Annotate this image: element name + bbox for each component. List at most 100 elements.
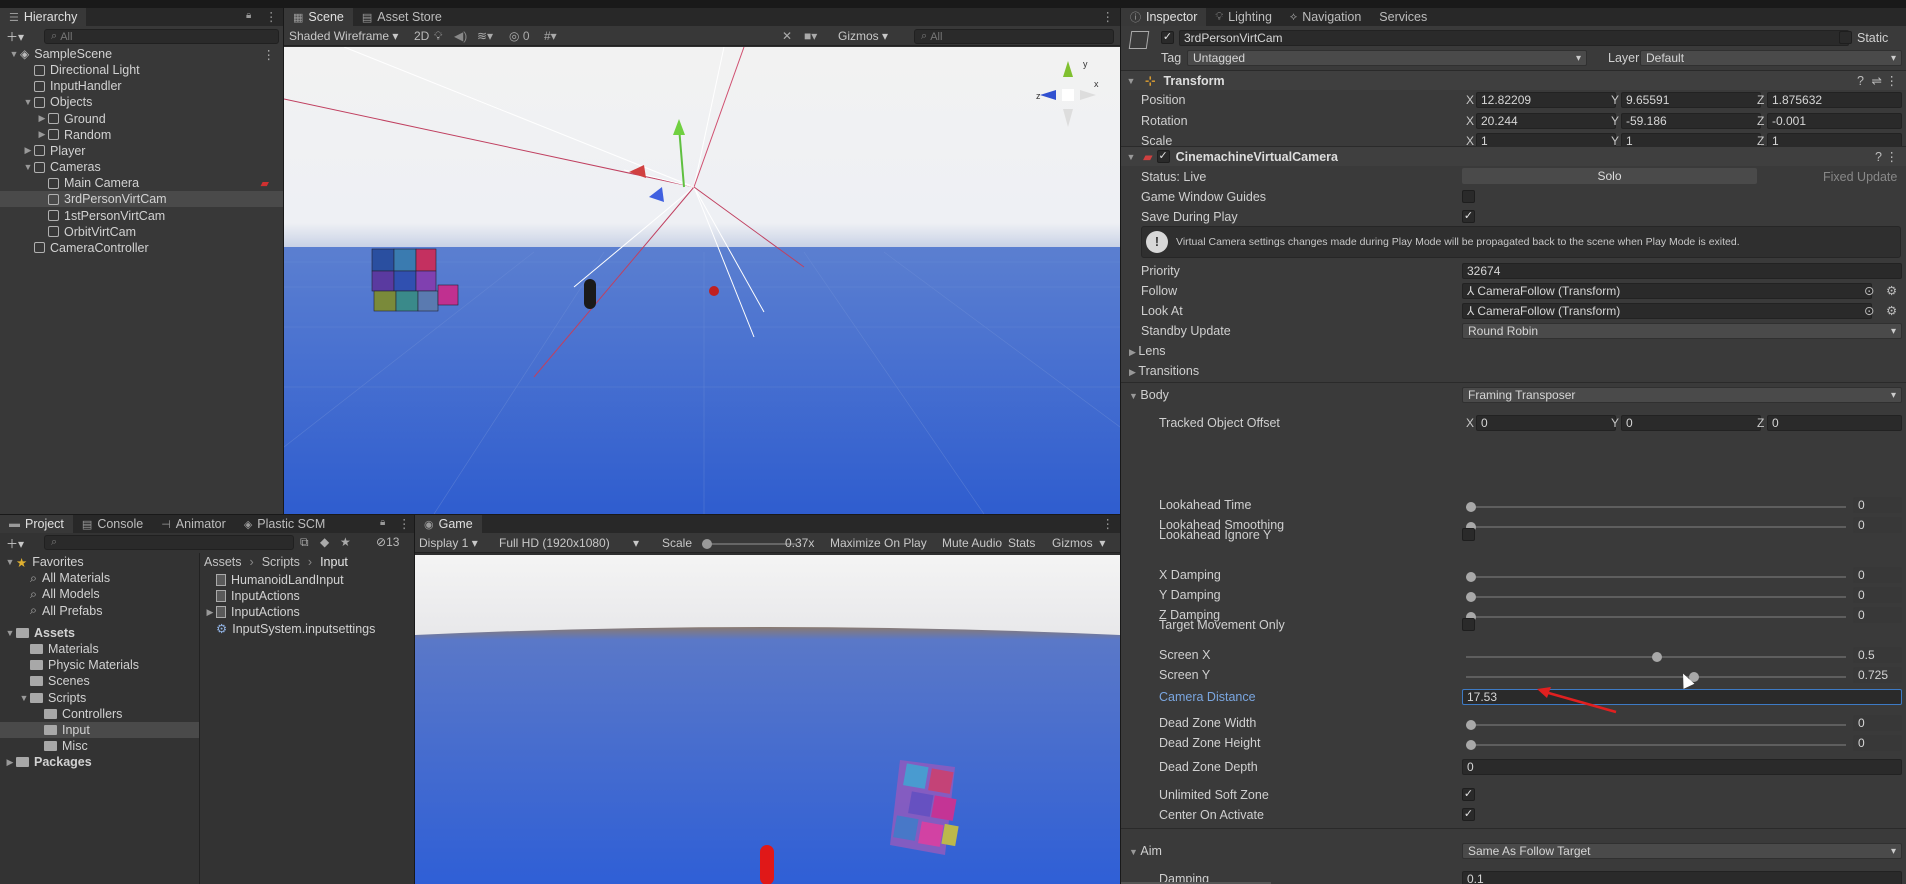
hierarchy-item[interactable]: 3rdPersonVirtCam	[0, 191, 283, 208]
damping-field[interactable]: 0.1	[1462, 871, 1902, 884]
project-file[interactable]: ⚙︎ InputSystem.inputsettings	[204, 621, 414, 637]
tab-animator[interactable]: ⊣ Animator	[152, 515, 235, 533]
slider-value-field[interactable]: 0.725	[1853, 667, 1902, 683]
gizmos-dropdown[interactable]: Gizmos ▾	[838, 29, 888, 43]
help-icon[interactable]: ?	[1875, 150, 1882, 164]
transform-y-field[interactable]: -59.186	[1621, 112, 1761, 129]
scene-viewport[interactable]: z y x	[284, 47, 1120, 514]
slider-value-field[interactable]: 0	[1853, 735, 1902, 751]
transform-x-field[interactable]: 12.82209	[1476, 92, 1616, 108]
add-button[interactable]: ＋▾	[6, 28, 24, 45]
camera-distance-field[interactable]: 17.53	[1462, 689, 1902, 705]
slider-value-field[interactable]: 0	[1853, 587, 1902, 603]
tab-asset-store[interactable]: ▤ Asset Store	[353, 8, 451, 26]
lock-icon[interactable]: 🔒︎	[380, 517, 385, 528]
slider-value-field[interactable]: 0	[1853, 607, 1902, 623]
maximize-on-play-toggle[interactable]: Maximize On Play	[830, 536, 927, 550]
add-asset-button[interactable]: ＋▾	[6, 535, 24, 552]
tab-inspector[interactable]: ⓘ Inspector	[1121, 8, 1207, 26]
hierarchy-item[interactable]: ▶ Random	[0, 127, 283, 143]
save-during-play-checkbox[interactable]: ✓	[1462, 210, 1475, 223]
hierarchy-item[interactable]: ▼ Cameras	[0, 159, 283, 175]
slider-track[interactable]	[1466, 592, 1846, 602]
slider-track[interactable]	[1466, 720, 1846, 730]
tab-navigation[interactable]: ⟡ Navigation	[1281, 8, 1370, 26]
project-tree-item[interactable]: ▼ Scripts	[0, 690, 199, 706]
hierarchy-item[interactable]: Main Camera ▰	[0, 175, 283, 191]
hierarchy-item[interactable]: ▼ Objects	[0, 94, 283, 110]
object-name-field[interactable]: 3rdPersonVirtCam	[1179, 30, 1849, 46]
project-tree-item[interactable]: Materials	[0, 641, 199, 657]
game-viewport[interactable]	[415, 555, 1120, 884]
tools-icon[interactable]: ✕	[782, 29, 792, 43]
slider-value-field[interactable]: 0	[1853, 497, 1902, 513]
slider-track[interactable]	[1466, 652, 1846, 662]
shading-dropdown[interactable]: Shaded Wireframe ▾	[289, 29, 398, 43]
effects-dropdown[interactable]: ≋▾	[477, 29, 493, 43]
tab-services[interactable]: Services	[1370, 8, 1436, 26]
slider-track[interactable]	[1466, 740, 1846, 750]
tracked-z-field[interactable]: 0	[1767, 415, 1902, 431]
solo-button[interactable]: Solo	[1462, 168, 1757, 184]
preset-icon[interactable]: ⇌	[1872, 73, 1882, 88]
unlimited-soft-zone-checkbox[interactable]: ✓	[1462, 788, 1475, 801]
hierarchy-item[interactable]: ▶ Player	[0, 143, 283, 159]
active-checkbox[interactable]: ✓	[1161, 31, 1174, 44]
tab-project[interactable]: ▬ Project	[0, 515, 73, 533]
project-tree-item[interactable]: ⌕ All Prefabs	[0, 603, 199, 619]
display-dropdown[interactable]: Display 1 ▾	[419, 536, 478, 550]
body-foldout[interactable]: ▼ Body	[1129, 388, 1169, 402]
chevron-down-icon[interactable]: ▼	[4, 557, 16, 567]
tab-scene[interactable]: ▦ Scene	[284, 8, 353, 26]
tab-hierarchy[interactable]: ☰ Hierarchy	[0, 8, 87, 26]
slider-value-field[interactable]: 0.5	[1853, 647, 1902, 663]
project-tree-item[interactable]: ⌕ All Models	[0, 586, 199, 602]
more-icon[interactable]: ⋮	[398, 516, 411, 531]
hierarchy-item[interactable]: CameraController	[0, 240, 283, 256]
scale-slider[interactable]	[702, 539, 797, 549]
breadcrumb-input[interactable]: Input	[320, 555, 348, 569]
chevron-down-icon[interactable]: ▼	[4, 628, 16, 638]
lookat-picker-icon[interactable]: ⊙	[1864, 303, 1874, 318]
vcam-enabled-checkbox[interactable]: ✓	[1156, 150, 1170, 163]
project-tree-item[interactable]: Misc	[0, 738, 199, 754]
project-file[interactable]: InputActions	[204, 588, 414, 604]
chevron-right-icon[interactable]: ▶	[36, 113, 48, 124]
tracked-x-field[interactable]: 0	[1476, 415, 1616, 431]
slider-knob[interactable]	[1466, 592, 1476, 602]
breadcrumb-scripts[interactable]: Scripts	[262, 555, 300, 569]
chevron-down-icon[interactable]: ▼	[8, 49, 20, 59]
breadcrumb-assets[interactable]: Assets	[204, 555, 242, 569]
chevron-down-icon[interactable]: ▼	[18, 693, 30, 703]
project-tree-item[interactable]: Scenes	[0, 673, 199, 689]
chevron-right-icon[interactable]: ▶	[4, 757, 16, 768]
project-tree-item[interactable]: Physic Materials	[0, 657, 199, 673]
hierarchy-item[interactable]: InputHandler	[0, 78, 283, 94]
hierarchy-item[interactable]: 1stPersonVirtCam	[0, 208, 283, 224]
toggle-2d-button[interactable]: 2D	[414, 29, 429, 43]
hierarchy-search[interactable]: ⌕ All	[44, 29, 279, 44]
slider-knob[interactable]	[1466, 572, 1476, 582]
follow-settings-icon[interactable]: ⚙︎	[1886, 283, 1897, 298]
more-icon[interactable]: ⋮	[1886, 73, 1899, 88]
slider-track[interactable]	[1466, 522, 1846, 532]
aim-foldout[interactable]: ▼ Aim	[1129, 844, 1162, 858]
slider-knob[interactable]	[1652, 652, 1662, 662]
project-file[interactable]: HumanoidLandInput	[204, 572, 414, 588]
lock-icon[interactable]: 🔒︎	[246, 10, 251, 21]
camera-dropdown[interactable]: ■▾	[804, 29, 817, 43]
hidden-objects-toggle[interactable]: ◎ 0	[509, 29, 530, 43]
target-movement-only-checkbox[interactable]	[1462, 618, 1475, 631]
scale-slider-knob[interactable]	[702, 539, 712, 549]
more-icon[interactable]: ⋮	[1102, 516, 1115, 531]
hierarchy-item[interactable]: Directional Light	[0, 62, 283, 78]
dead-zone-depth-field[interactable]: 0	[1462, 759, 1902, 775]
slider-track[interactable]	[1466, 572, 1846, 582]
more-icon[interactable]: ⋮	[1102, 9, 1115, 24]
project-tree-item[interactable]: ▼ ★ Favorites	[0, 554, 199, 570]
more-icon[interactable]: ⋮	[263, 47, 276, 62]
transform-z-field[interactable]: -0.001	[1767, 112, 1902, 129]
project-tree-item[interactable]: ▼ Assets	[0, 625, 199, 641]
grid-toggle[interactable]: #▾	[544, 29, 557, 43]
project-tree-item[interactable]: Controllers	[0, 706, 199, 722]
